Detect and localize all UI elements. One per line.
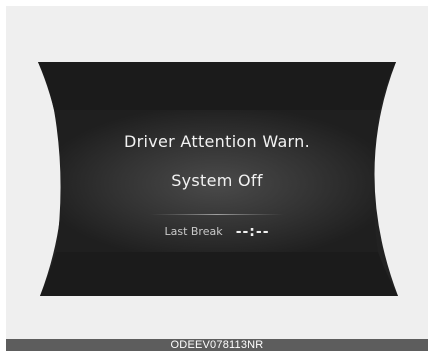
display-top-band	[38, 62, 396, 110]
last-break-row: Last Break --:--	[0, 221, 434, 240]
warning-message-line2: System Off	[171, 171, 263, 190]
display-bottom-band	[40, 252, 398, 296]
last-break-label: Last Break	[164, 225, 223, 238]
last-break-value: --:--	[235, 223, 270, 240]
figure-caption: ODEEV078113NR	[6, 339, 428, 351]
warning-message-line1: Driver Attention Warn.	[124, 132, 310, 151]
separator-line	[150, 214, 284, 215]
